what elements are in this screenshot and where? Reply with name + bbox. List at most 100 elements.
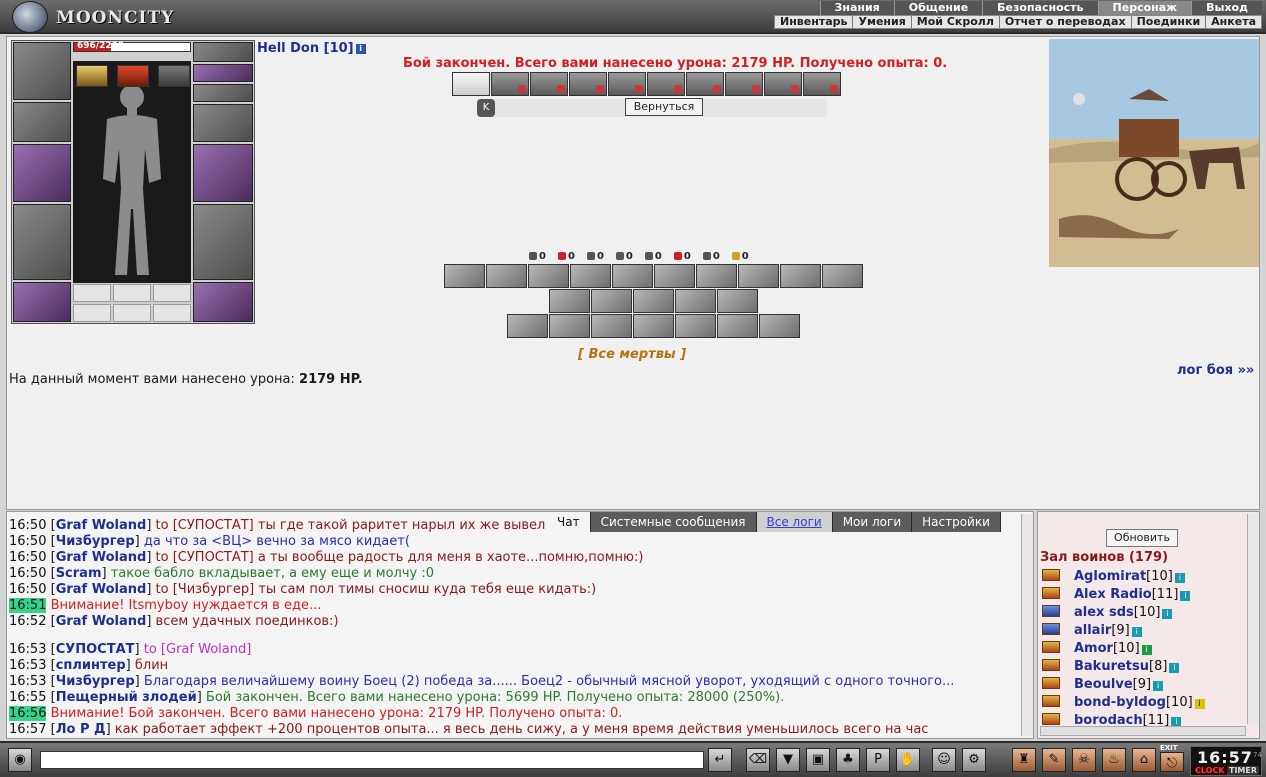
warrior-name[interactable]: allair (1074, 623, 1111, 638)
return-button[interactable]: Вернуться (625, 98, 703, 116)
menu-knowledge[interactable]: Знания (819, 1, 894, 15)
effect-buff-icon[interactable] (76, 65, 108, 87)
message-author[interactable]: сплинтер (56, 658, 126, 673)
battle-status-icon[interactable] (1042, 569, 1060, 581)
message-time[interactable]: 16:53 (9, 658, 46, 673)
bag-icon[interactable]: ♜ (1012, 748, 1036, 772)
skill-icon[interactable] (444, 264, 485, 288)
battle-status-icon[interactable] (1042, 623, 1060, 635)
round-sword-icon[interactable] (803, 72, 841, 96)
round-sword-icon[interactable] (764, 72, 802, 96)
empty-slot[interactable] (113, 284, 151, 302)
weapon-slot[interactable] (13, 144, 71, 202)
refresh-button[interactable]: Обновить (1106, 529, 1178, 547)
send-icon[interactable]: ↵ (708, 748, 732, 772)
message-author[interactable]: Чизбургер (56, 534, 135, 549)
skill-icon[interactable] (591, 314, 632, 338)
message-author[interactable]: СУПОСТАТ (56, 642, 135, 657)
submenu-duels[interactable]: Поединки (1130, 16, 1206, 28)
skill-icon[interactable] (717, 289, 758, 313)
skill-icon[interactable] (675, 314, 716, 338)
skill-icon[interactable] (612, 264, 653, 288)
save-icon[interactable]: ▣ (806, 748, 830, 772)
warrior-name[interactable]: Alex Radio (1074, 587, 1152, 602)
skill-icon[interactable] (486, 264, 527, 288)
message-time[interactable]: 16:53 (9, 642, 46, 657)
empty-slot[interactable] (153, 304, 191, 322)
timer-mode-label[interactable]: TIMER (1227, 766, 1260, 775)
boots-slot[interactable] (193, 282, 253, 322)
warrior-name[interactable]: Beoulve (1074, 677, 1133, 692)
skill-icon[interactable] (780, 264, 821, 288)
amulet-slot[interactable] (193, 42, 253, 62)
menu-exit[interactable]: Выход (1191, 1, 1262, 15)
message-author[interactable]: Graf Woland (56, 614, 147, 629)
hand-icon[interactable]: ✋ (896, 748, 920, 772)
warrior-name[interactable]: alex sds (1074, 605, 1134, 620)
skill-icon[interactable] (570, 264, 611, 288)
tab-all-logs[interactable]: Все логи (756, 512, 833, 532)
filter-icon[interactable]: ▼ (776, 748, 800, 772)
info-icon[interactable]: i (1153, 681, 1164, 691)
battle-status-icon[interactable] (1042, 587, 1060, 599)
message-time[interactable]: 16:52 (9, 614, 46, 629)
submenu-my-scroll[interactable]: Мой Скролл (910, 16, 999, 28)
info-icon[interactable]: i (355, 44, 366, 54)
chat-scrollbar[interactable] (1021, 514, 1033, 736)
message-time[interactable]: 16:57 (9, 722, 46, 737)
skill-icon[interactable] (549, 314, 590, 338)
message-recipient[interactable]: to [Чизбургер] (156, 582, 255, 597)
message-author[interactable]: Graf Woland (56, 550, 147, 565)
map-icon[interactable]: ✎ (1042, 748, 1066, 772)
round-shield-icon[interactable] (491, 72, 529, 96)
battle-status-icon[interactable] (1042, 713, 1060, 725)
warrior-name[interactable]: Bakuretsu (1074, 659, 1149, 674)
earring-slot[interactable] (193, 84, 253, 102)
message-time[interactable]: 16:50 (9, 582, 46, 597)
skill-icon[interactable] (528, 264, 569, 288)
message-recipient[interactable]: to [СУПОСТАТ] (156, 518, 254, 533)
info-icon[interactable]: i (1194, 699, 1205, 709)
warrior-entry[interactable]: Bakuretsu[8] i (1042, 658, 1180, 676)
skill-icon[interactable] (507, 314, 548, 338)
tab-system-messages[interactable]: Системные сообщения (590, 512, 757, 532)
empty-slot[interactable] (73, 284, 111, 302)
player-name[interactable]: Hell Don [10] i (257, 41, 366, 56)
message-author[interactable]: Ло Р Д (56, 722, 106, 737)
message-author[interactable]: Scram (56, 566, 102, 581)
skill-icon[interactable] (654, 264, 695, 288)
message-time[interactable]: 16:50 (9, 550, 46, 565)
submenu-profile[interactable]: Анкета (1205, 16, 1261, 28)
round-cross-icon[interactable] (647, 72, 685, 96)
player-name-text[interactable]: Hell Don [10] (257, 41, 354, 56)
message-author[interactable]: Graf Woland (56, 518, 147, 533)
menu-communication[interactable]: Общение (893, 1, 982, 15)
helmet-slot[interactable] (13, 42, 71, 100)
warrior-entry[interactable]: Beoulve[9] i (1042, 676, 1164, 694)
tab-chat[interactable]: Чат (547, 512, 591, 532)
tab-my-logs[interactable]: Мои логи (832, 512, 913, 532)
round-cross-icon[interactable] (608, 72, 646, 96)
message-time[interactable]: 16:50 (9, 534, 46, 549)
warrior-entry[interactable]: allair[9] i (1042, 622, 1142, 640)
submenu-skills[interactable]: Умения (852, 16, 910, 28)
skill-icon[interactable] (696, 264, 737, 288)
warrior-name[interactable]: Amor (1074, 641, 1113, 656)
skill-icon[interactable] (759, 314, 800, 338)
clear-icon[interactable]: ⌫ (746, 748, 770, 772)
warrior-entry[interactable]: Amor[10] i (1042, 640, 1152, 658)
effect-fire-icon[interactable] (117, 65, 149, 87)
message-time[interactable]: 16:56 (9, 706, 47, 721)
effect-sign-icon[interactable] (158, 65, 190, 87)
potion-icon[interactable]: ♨ (1102, 748, 1126, 772)
round-sword-icon[interactable] (725, 72, 763, 96)
skill-icon[interactable] (633, 314, 674, 338)
info-icon[interactable]: i (1141, 645, 1152, 655)
warrior-entry[interactable]: alex sds[10] i (1042, 604, 1173, 622)
message-recipient[interactable]: to [СУПОСТАТ] (156, 550, 254, 565)
empty-slot[interactable] (153, 284, 191, 302)
skill-icon[interactable] (549, 289, 590, 313)
walk-icon[interactable]: ♣ (836, 748, 860, 772)
battle-status-icon[interactable] (1042, 695, 1060, 707)
skill-icon[interactable] (675, 289, 716, 313)
